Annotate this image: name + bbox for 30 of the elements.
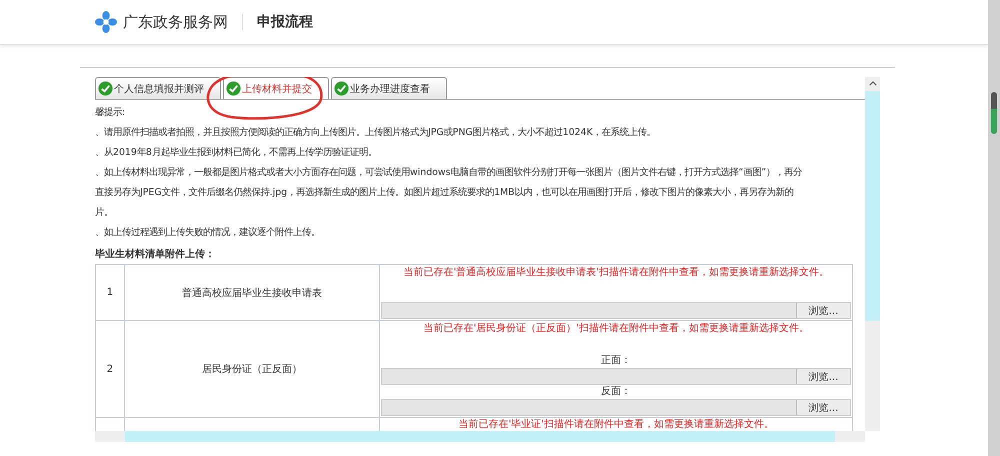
- tip-text: 、请用原件扫描或者拍照，并且按照方便阅读的正确方向上传图片。上传图片格式为JPG或PNG图片格式，大小不超过1024K，在系统上传。: [95, 126, 657, 140]
- step-tab[interactable]: 业务办理进度查看: [331, 77, 447, 99]
- tip-text: 馨提示:: [95, 106, 126, 120]
- tip-text: 、如上传过程遇到上传失败的情况，建议逐个附件上传。: [95, 226, 321, 240]
- check-icon: [334, 81, 349, 96]
- notice-text: 当前已存在'毕业证'扫描件请在附件中查看，如需更换请重新选择文件。: [457, 418, 775, 431]
- table-cell: 1: [96, 264, 124, 320]
- table-cell: 2: [96, 320, 124, 418]
- step-tab[interactable]: 上传材料并提交: [223, 77, 329, 99]
- table-cell: 居民身份证（正反面）: [124, 320, 380, 418]
- vertical-scrollbar[interactable]: [865, 77, 880, 431]
- site-name[interactable]: 广东政务服务网: [123, 12, 228, 32]
- table-title: 毕业生材料清单附件上传：: [95, 248, 216, 262]
- horizontal-scrollbar[interactable]: [95, 431, 865, 442]
- tip-text: 片。: [95, 206, 114, 220]
- step-tab[interactable]: 个人信息填报并测评: [95, 77, 221, 99]
- upload-label: 反面：: [600, 386, 632, 398]
- page-scrollbar[interactable]: [988, 0, 1000, 456]
- notice-text: 当前已存在'普通高校应届毕业生接收申请表'扫描件请在附件中查看，如需更换请重新选择文件。: [402, 266, 830, 280]
- check-icon: [226, 81, 241, 96]
- check-icon: [98, 81, 113, 96]
- tip-text: 、如上传材料出现异常，一般都是图片格式或者大小方面存在问题，可尝试使用windows电脑自带的画图软件分别打开每一张图片（图片文件右键，打开方式选择“画图”），再分: [95, 166, 804, 180]
- upload-label: 正面：: [600, 355, 632, 367]
- page-title: 申报流程: [257, 13, 313, 31]
- scroll-up-icon[interactable]: [868, 81, 876, 86]
- table-cell: 普通高校应届毕业生接收申请表: [124, 264, 380, 320]
- notice-text: 当前已存在'居民身份证（正反面）'扫描件请在附件中查看，如需更换请重新选择文件。: [422, 322, 810, 336]
- tip-text: 直接另存为JPEG文件，文件后缀名仍然保持.jpg，再选择新生成的图片上传。如图片超过系统要求的1MB以内，也可以在用画图打开后，修改下图片的像素大小，再另存为新的: [95, 186, 795, 200]
- tip-text: 、从2019年8月起毕业生报到材料已简化，不需再上传学历验证证明。: [95, 146, 378, 160]
- flower-logo-icon: [95, 11, 117, 33]
